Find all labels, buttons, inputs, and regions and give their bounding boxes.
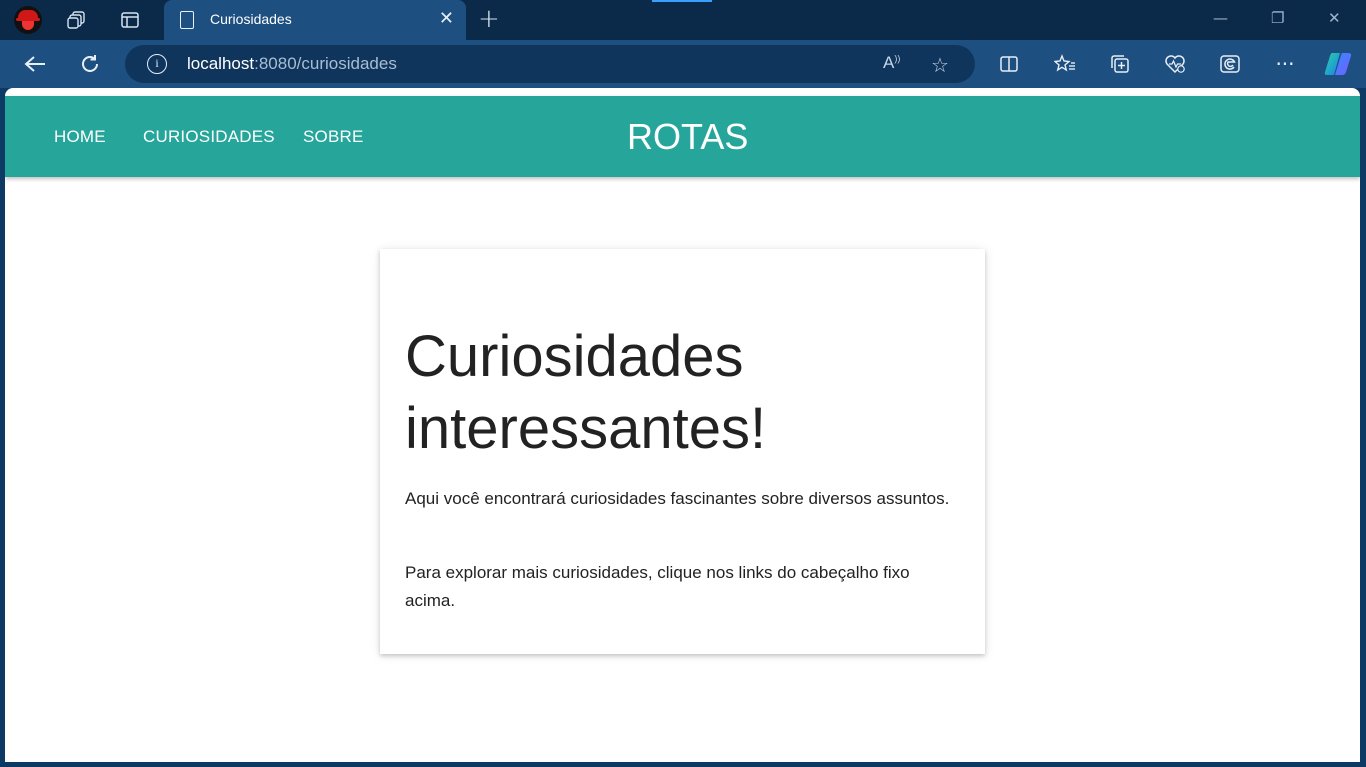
document-icon: [180, 11, 194, 29]
read-aloud-icon[interactable]: A)): [883, 53, 900, 73]
address-bar[interactable]: i localhost:8080/curiosidades A)) ☆: [125, 45, 975, 83]
profile-avatar[interactable]: [14, 6, 42, 34]
workspaces-icon[interactable]: [62, 6, 92, 34]
split-screen-icon[interactable]: [996, 52, 1022, 76]
more-icon[interactable]: ···: [1272, 52, 1298, 76]
address-url[interactable]: localhost:8080/curiosidades: [187, 54, 397, 74]
active-tab[interactable]: Curiosidades ✕: [164, 0, 466, 40]
nav-curiosidades-link[interactable]: CURIOSIDADES: [143, 127, 275, 147]
nav-home-link[interactable]: HOME: [54, 127, 106, 147]
favorites-icon[interactable]: [1052, 52, 1078, 76]
content-card: Curiosidades interessantes! Aqui você en…: [380, 249, 985, 654]
restore-icon[interactable]: ❐: [1271, 9, 1284, 27]
refresh-icon[interactable]: [76, 50, 104, 78]
app-header: HOME CURIOSIDADES SOBRE ROTAS: [5, 96, 1360, 177]
collections-icon[interactable]: [1107, 52, 1133, 76]
back-icon[interactable]: [21, 50, 49, 78]
browser-titlebar: Curiosidades ✕ + — ❐ ✕: [0, 0, 1366, 40]
favorite-star-icon[interactable]: ☆: [931, 53, 949, 77]
brand-logo[interactable]: ROTAS: [627, 116, 748, 158]
window-close-icon[interactable]: ✕: [1328, 9, 1341, 27]
info-icon[interactable]: i: [147, 54, 167, 74]
tab-title: Curiosidades: [210, 11, 292, 27]
card-paragraph: Para explorar mais curiosidades, clique …: [405, 563, 910, 610]
edge-bar-icon[interactable]: [1217, 52, 1243, 76]
browser-toolbar: i localhost:8080/curiosidades A)) ☆ ···: [0, 40, 1366, 88]
minimize-icon[interactable]: —: [1213, 9, 1228, 27]
browser-essentials-icon[interactable]: [1162, 52, 1188, 76]
card-title: Curiosidades interessantes!: [405, 324, 767, 461]
close-icon[interactable]: ✕: [439, 8, 454, 29]
new-tab-icon[interactable]: +: [478, 4, 500, 34]
card-paragraph: Aqui você encontrará curiosidades fascin…: [405, 489, 950, 508]
tab-indicator: [652, 0, 712, 2]
window-bottom-edge: [0, 762, 1366, 767]
copilot-icon[interactable]: [1322, 48, 1354, 80]
page-viewport: HOME CURIOSIDADES SOBRE ROTAS Curiosidad…: [5, 88, 1360, 762]
nav-sobre-link[interactable]: SOBRE: [303, 127, 364, 147]
tab-actions-icon[interactable]: [115, 6, 145, 34]
